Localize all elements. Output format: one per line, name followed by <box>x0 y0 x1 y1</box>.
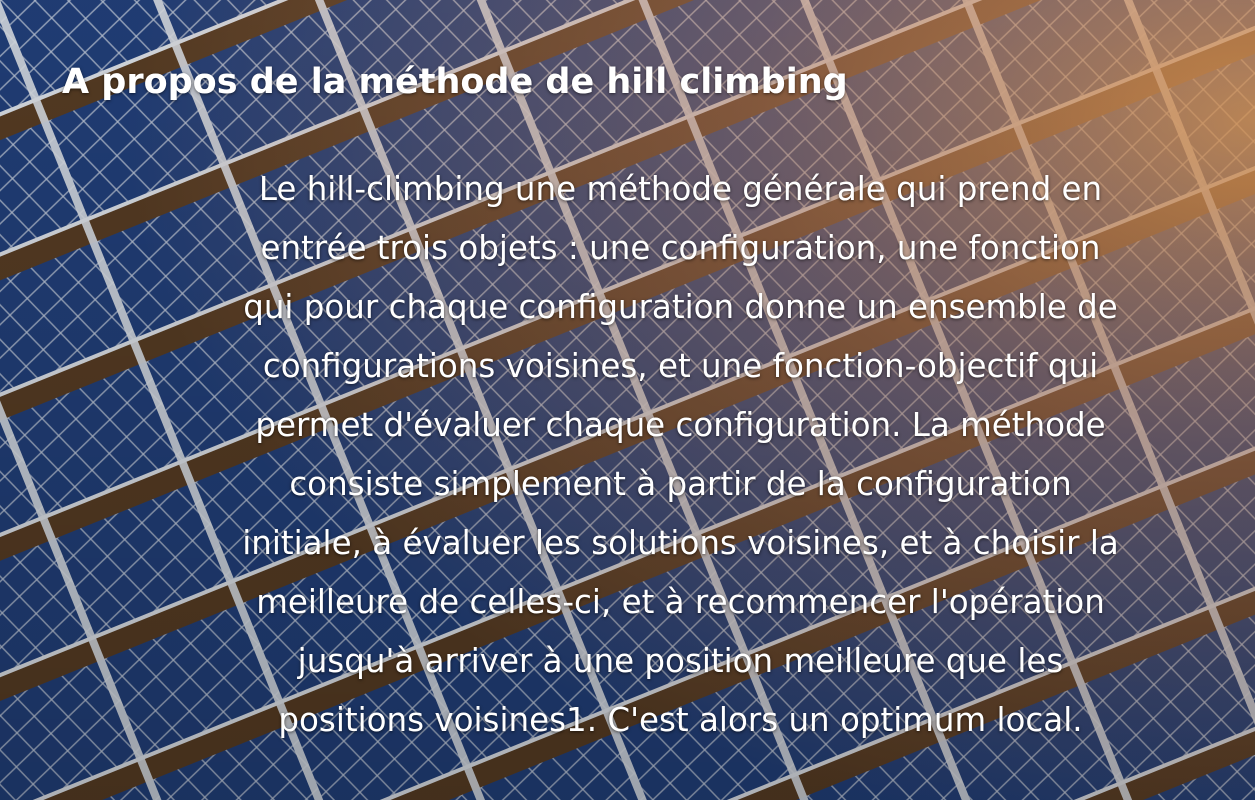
slide-body-text: Le hill-climbing une méthode générale qu… <box>138 160 1223 750</box>
body-line: consiste simplement à partir de la confi… <box>289 465 1072 503</box>
body-line: initiale, à évaluer les solutions voisin… <box>242 524 1119 562</box>
body-line: configurations voisines, et une fonction… <box>262 347 1099 385</box>
body-line: permet d'évaluer chaque configuration. L… <box>255 406 1106 444</box>
body-line: jusqu'à arriver à une position meilleure… <box>297 642 1064 680</box>
body-line: meilleure de celles-ci, et à recommencer… <box>256 583 1105 621</box>
body-line: Le hill-climbing une méthode générale qu… <box>258 170 1103 208</box>
body-line: entrée trois objets : une configuration,… <box>260 229 1101 267</box>
body-line: qui pour chaque configuration donne un e… <box>243 288 1118 326</box>
slide-title: A propos de la méthode de hill climbing <box>62 62 848 102</box>
body-line: positions voisines1. C'est alors un opti… <box>278 701 1083 739</box>
